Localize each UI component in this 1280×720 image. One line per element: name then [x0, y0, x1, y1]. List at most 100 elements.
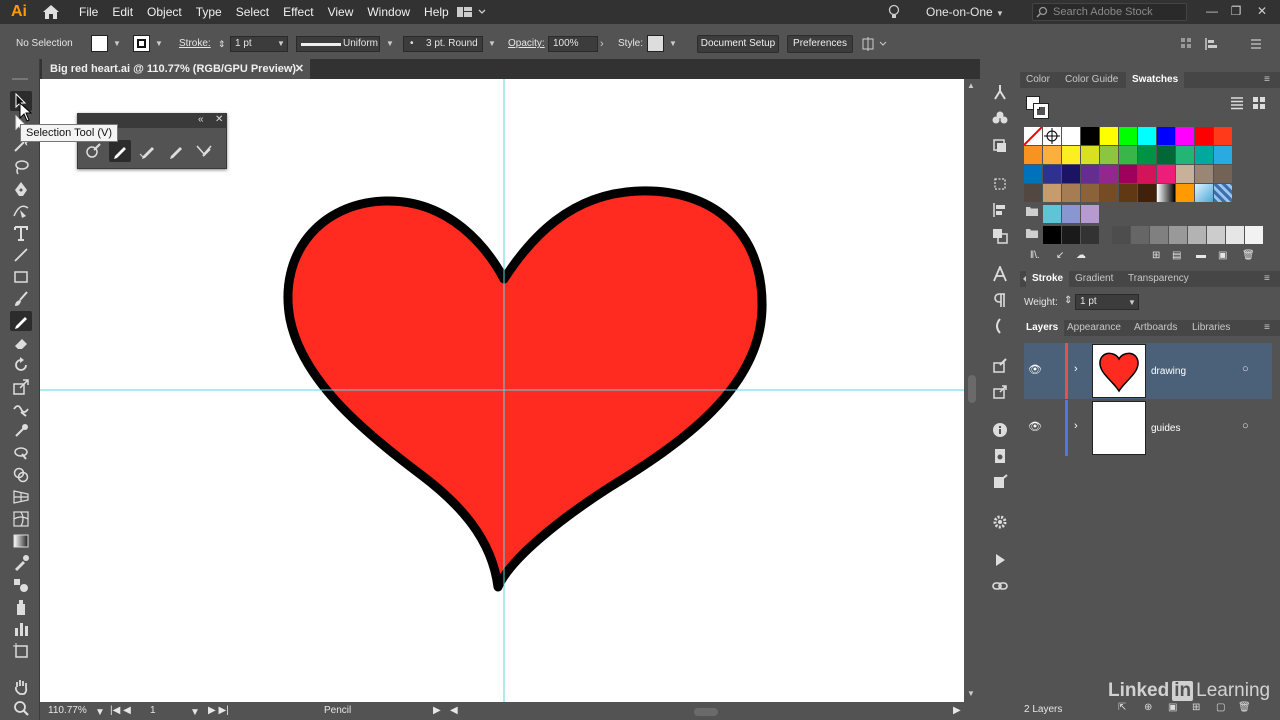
- status-arrow-icon[interactable]: ▶: [433, 705, 441, 716]
- layers-panel-menu-icon[interactable]: ≡: [1264, 320, 1270, 336]
- thumbnail-view-icon[interactable]: [1252, 96, 1266, 110]
- symbols-icon[interactable]: [990, 108, 1010, 128]
- tab-color[interactable]: Color: [1026, 72, 1050, 88]
- toolbar-collapse-icon[interactable]: [6, 73, 34, 80]
- tab-layers[interactable]: Layers: [1020, 320, 1065, 336]
- vertical-scroll-thumb[interactable]: [968, 375, 976, 403]
- home-icon[interactable]: [38, 0, 64, 24]
- swatch[interactable]: [1043, 165, 1061, 183]
- list-view-icon[interactable]: [1230, 96, 1244, 110]
- locate-object-icon[interactable]: ⊕: [1144, 702, 1152, 713]
- swatch[interactable]: [1023, 126, 1043, 146]
- swatch[interactable]: [1169, 226, 1187, 244]
- menu-file[interactable]: File: [72, 0, 105, 24]
- restore-icon[interactable]: ❐: [1226, 2, 1246, 20]
- swatch[interactable]: [1043, 226, 1061, 244]
- swatch[interactable]: [1245, 226, 1263, 244]
- swatch[interactable]: [1138, 184, 1156, 202]
- zoom-tool-icon[interactable]: [10, 699, 32, 719]
- swatch[interactable]: [1081, 226, 1099, 244]
- swatch[interactable]: [1081, 127, 1099, 145]
- scroll-right-icon[interactable]: ▶: [953, 705, 961, 716]
- pathfinder-icon[interactable]: [990, 226, 1010, 246]
- menu-view[interactable]: View: [321, 0, 361, 24]
- swatch[interactable]: [1138, 127, 1156, 145]
- tab-transparency[interactable]: Transparency: [1128, 271, 1189, 287]
- swatch[interactable]: [1081, 184, 1099, 202]
- horizontal-scroll-thumb[interactable]: [694, 708, 718, 716]
- pen-tool-icon[interactable]: [10, 179, 32, 199]
- first-artboard-icon[interactable]: |◀: [110, 705, 120, 716]
- preferences-button[interactable]: Preferences: [787, 35, 853, 53]
- swatch[interactable]: [1188, 226, 1206, 244]
- vertical-scrollbar[interactable]: ▲ ▼: [964, 79, 980, 702]
- menu-edit[interactable]: Edit: [105, 0, 140, 24]
- swatch[interactable]: [1100, 184, 1118, 202]
- search-stock-input[interactable]: Search Adobe Stock: [1032, 3, 1187, 21]
- tab-color-guide[interactable]: Color Guide: [1065, 72, 1118, 88]
- rotate-tool-icon[interactable]: [10, 355, 32, 375]
- document-setup-button[interactable]: Document Setup: [697, 35, 779, 53]
- weight-stepper-icon[interactable]: ⇕: [1064, 295, 1072, 306]
- workspace-switcher[interactable]: One-on-One ▼: [926, 0, 1004, 24]
- eyedropper-tool-icon[interactable]: [10, 553, 32, 573]
- artboard-number-field[interactable]: 1: [150, 705, 156, 716]
- menu-object[interactable]: Object: [140, 0, 189, 24]
- swatch[interactable]: [1157, 127, 1175, 145]
- perspective-grid-tool-icon[interactable]: [10, 487, 32, 507]
- style-dropdown-icon[interactable]: ▼: [669, 32, 677, 56]
- expand-layer-icon[interactable]: ›: [1074, 363, 1078, 375]
- layer-row-guides[interactable]: 👁 › guides ○: [1024, 400, 1272, 456]
- opacity-label[interactable]: Opacity:: [508, 32, 545, 56]
- path-eraser-tool-icon[interactable]: [165, 140, 187, 162]
- join-tool-icon[interactable]: [193, 140, 215, 162]
- scroll-left-icon[interactable]: ◀: [450, 705, 458, 716]
- stroke-panel-menu-icon[interactable]: ≡: [1264, 271, 1270, 287]
- align-options-icon[interactable]: [862, 37, 888, 51]
- swatch[interactable]: [1207, 226, 1225, 244]
- new-folder-icon[interactable]: ▬: [1196, 250, 1206, 261]
- close-flyout-icon[interactable]: ✕: [215, 114, 223, 126]
- show-swatch-kinds-icon[interactable]: ↙: [1056, 250, 1064, 261]
- arrange-panel-icon[interactable]: [1180, 37, 1192, 51]
- column-graph-tool-icon[interactable]: [10, 619, 32, 639]
- swatch[interactable]: [1100, 127, 1118, 145]
- opacity-arrow-icon[interactable]: ›: [600, 32, 604, 56]
- swatch[interactable]: [1062, 205, 1080, 223]
- lightbulb-icon[interactable]: [887, 4, 901, 20]
- brush-dropdown-icon[interactable]: ▼: [488, 32, 496, 56]
- stroke-dropdown-icon[interactable]: ▼: [155, 32, 163, 56]
- delete-layer-icon[interactable]: 🗑: [1238, 702, 1251, 713]
- zoom-dropdown-icon[interactable]: ▼: [95, 707, 105, 718]
- control-menu-icon[interactable]: [1250, 38, 1262, 50]
- fill-swatch[interactable]: [91, 35, 108, 52]
- swatch[interactable]: [1112, 226, 1130, 244]
- cloud-icon[interactable]: ☁: [1076, 250, 1086, 261]
- zoom-level-field[interactable]: 110.77%: [48, 705, 87, 716]
- shape-builder-tool-icon[interactable]: [10, 465, 32, 485]
- swatch[interactable]: [1176, 165, 1194, 183]
- fill-dropdown-icon[interactable]: ▼: [113, 32, 121, 56]
- expand-layer-icon[interactable]: ›: [1074, 420, 1078, 432]
- opentype-icon[interactable]: [990, 316, 1010, 336]
- new-swatch-icon[interactable]: ▣: [1218, 250, 1227, 261]
- tab-artboards[interactable]: Artboards: [1134, 320, 1177, 336]
- swatch[interactable]: [1024, 184, 1042, 202]
- swatch[interactable]: [1131, 226, 1149, 244]
- paintbrush-tool-icon[interactable]: [10, 289, 32, 309]
- swatch[interactable]: [1043, 127, 1061, 145]
- gradient-tool-icon[interactable]: [10, 531, 32, 551]
- stroke-weight-dropdown-icon[interactable]: ▼: [277, 32, 285, 56]
- swatch[interactable]: [1157, 184, 1175, 202]
- swatch[interactable]: [1062, 165, 1080, 183]
- menu-type[interactable]: Type: [189, 0, 229, 24]
- swatch[interactable]: [1157, 165, 1175, 183]
- export-icon[interactable]: [990, 472, 1010, 492]
- visibility-eye-icon[interactable]: 👁: [1028, 420, 1042, 433]
- visibility-eye-icon[interactable]: 👁: [1028, 363, 1042, 376]
- puppet-icon[interactable]: [990, 82, 1010, 102]
- graphic-style-swatch[interactable]: [647, 35, 664, 52]
- eraser-tool-icon[interactable]: [10, 333, 32, 353]
- graphic-styles-icon[interactable]: [990, 136, 1010, 156]
- tab-gradient[interactable]: Gradient: [1075, 271, 1113, 287]
